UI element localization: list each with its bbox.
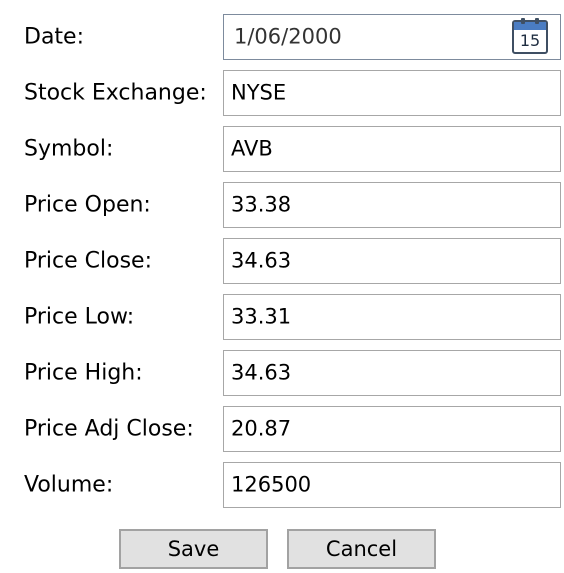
stock-exchange-field[interactable]: NYSE <box>223 70 561 116</box>
volume-label: Volume: <box>24 472 114 498</box>
stock-exchange-label: Stock Exchange: <box>24 80 207 106</box>
price-low-row: Price Low: 33.31 <box>0 294 564 340</box>
price-close-label: Price Close: <box>24 248 153 274</box>
symbol-label: Symbol: <box>24 136 114 162</box>
volume-field[interactable]: 126500 <box>223 462 561 508</box>
calendar-ring-right <box>535 18 539 24</box>
price-open-label: Price Open: <box>24 192 151 218</box>
price-close-value[interactable]: 34.63 <box>231 249 291 273</box>
price-adj-close-value[interactable]: 20.87 <box>231 417 291 441</box>
calendar-ring-left <box>521 18 525 24</box>
volume-value[interactable]: 126500 <box>231 473 311 497</box>
symbol-value[interactable]: AVB <box>231 137 273 161</box>
price-high-field[interactable]: 34.63 <box>223 350 561 396</box>
price-open-value[interactable]: 33.38 <box>231 193 291 217</box>
cancel-button[interactable]: Cancel <box>287 529 436 569</box>
price-close-field[interactable]: 34.63 <box>223 238 561 284</box>
stock-exchange-value[interactable]: NYSE <box>231 81 286 105</box>
save-button[interactable]: Save <box>119 529 268 569</box>
date-row: Date: 1/06/2000 15 <box>0 14 564 60</box>
calendar-icon[interactable]: 15 <box>512 18 548 54</box>
price-open-field[interactable]: 33.38 <box>223 182 561 228</box>
price-low-field[interactable]: 33.31 <box>223 294 561 340</box>
volume-row: Volume: 126500 <box>0 462 564 508</box>
price-close-row: Price Close: 34.63 <box>0 238 564 284</box>
symbol-field[interactable]: AVB <box>223 126 561 172</box>
price-high-row: Price High: 34.63 <box>0 350 564 396</box>
stock-exchange-row: Stock Exchange: NYSE <box>0 70 564 116</box>
price-open-row: Price Open: 33.38 <box>0 182 564 228</box>
price-adj-close-field[interactable]: 20.87 <box>223 406 561 452</box>
price-adj-close-row: Price Adj Close: 20.87 <box>0 406 564 452</box>
price-low-value[interactable]: 33.31 <box>231 305 291 329</box>
date-picker[interactable]: 1/06/2000 15 <box>223 14 561 60</box>
price-high-value[interactable]: 34.63 <box>231 361 291 385</box>
date-label: Date: <box>24 24 84 50</box>
date-value[interactable]: 1/06/2000 <box>234 25 342 49</box>
price-low-label: Price Low: <box>24 304 135 330</box>
calendar-header <box>514 22 546 30</box>
calendar-day-number: 15 <box>519 31 541 50</box>
symbol-row: Symbol: AVB <box>0 126 564 172</box>
price-adj-close-label: Price Adj Close: <box>24 416 194 442</box>
price-high-label: Price High: <box>24 360 143 386</box>
